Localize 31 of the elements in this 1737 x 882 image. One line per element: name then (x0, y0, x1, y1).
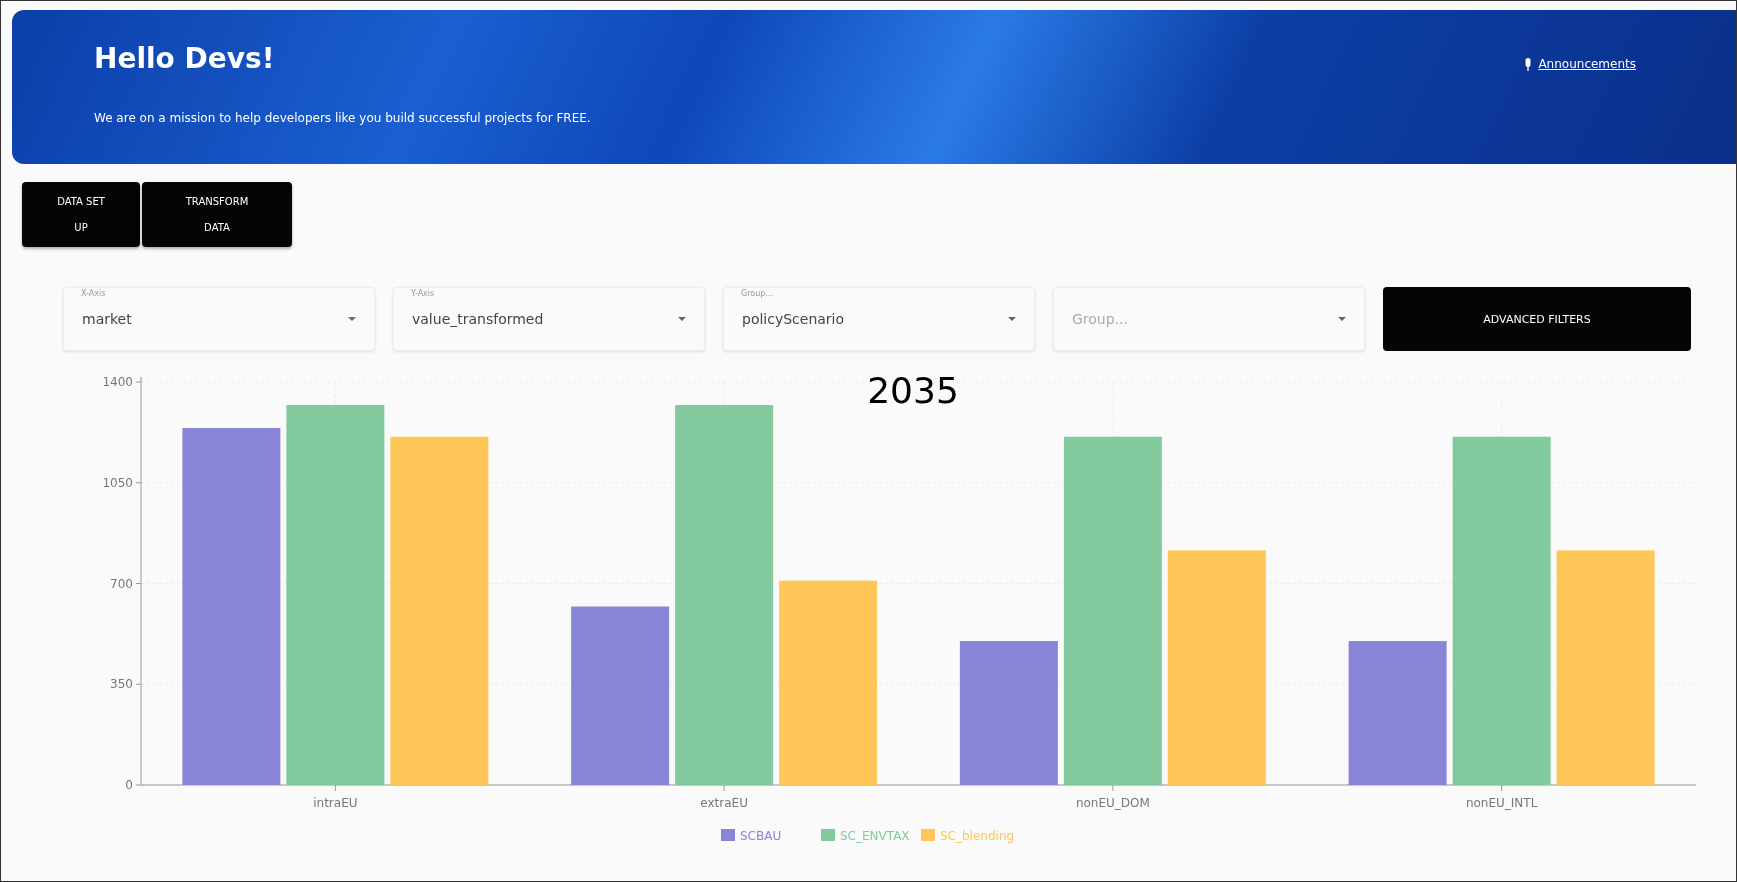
chart-title: 2035 (867, 370, 959, 411)
caret-icon (1008, 317, 1016, 321)
category-label: extraEU (700, 796, 748, 810)
caret-icon (678, 317, 686, 321)
category-label: intraEU (313, 796, 358, 810)
field-label: Group... (738, 289, 776, 298)
tab-button[interactable]: TRANSFORM DATA (142, 182, 292, 247)
legend-label: SC_ENVTAX (840, 829, 910, 843)
legend-swatch (921, 829, 935, 841)
legend-swatch (721, 829, 735, 841)
caret-icon (348, 317, 356, 321)
banner-subtitle: We are on a mission to help developers like you build successful projects for FREE. (94, 111, 591, 125)
category-label: nonEU_DOM (1075, 796, 1150, 810)
axis-tick-label: 1400 (102, 375, 133, 389)
select-field[interactable]: X-Axis market (63, 287, 375, 351)
banner-title: Hello Devs! (94, 42, 276, 75)
microphone-icon (1524, 57, 1533, 71)
axis-tick-label: 1050 (102, 475, 133, 490)
tab-button[interactable]: DATA SET UP (22, 182, 140, 247)
axis-tick-label: 350 (110, 677, 133, 692)
axis-tick-label: 700 (110, 576, 133, 591)
legend-label: SC_blending (940, 829, 1015, 843)
axis-tick-label: 0 (125, 778, 133, 792)
advanced-filters-button[interactable]: ADVANCED FILTERS (1383, 287, 1691, 351)
category-label: nonEU_INTL (1465, 796, 1538, 810)
caret-icon (1338, 317, 1346, 321)
announcements-link[interactable]: Announcements (1538, 57, 1636, 71)
select-field[interactable]: Group... policyScenario (723, 287, 1035, 351)
select-field[interactable]: Y-Axis value_transformed (393, 287, 705, 351)
legend-label: SCBAU (740, 829, 782, 843)
legend-swatch (821, 829, 835, 841)
